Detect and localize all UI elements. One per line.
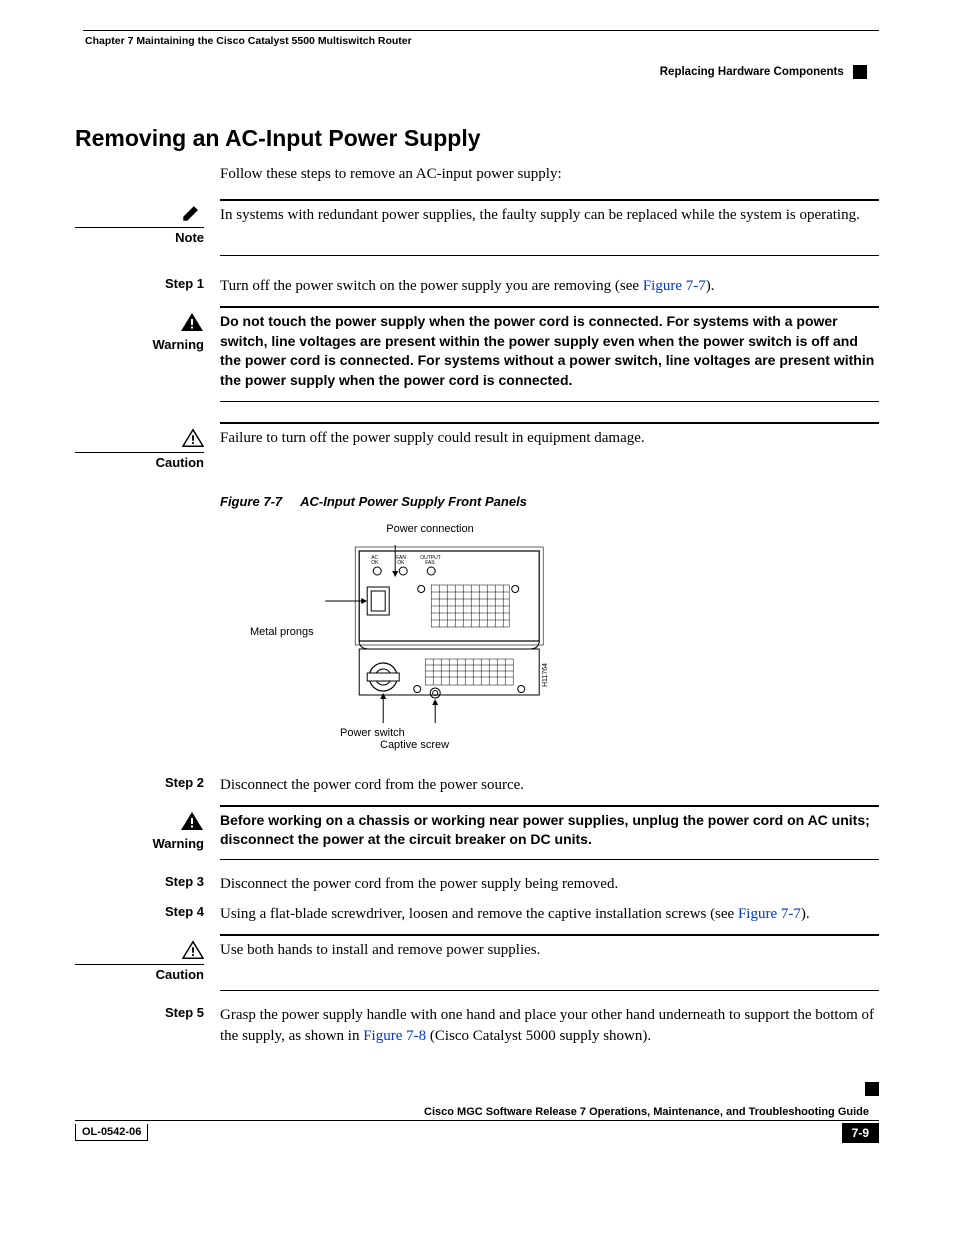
footer-title: Cisco MGC Software Release 7 Operations,… [75, 1106, 879, 1118]
figure-7-8-link[interactable]: Figure 7-8 [363, 1028, 426, 1044]
note-block: Note In systems with redundant power sup… [75, 199, 879, 256]
warning2-rule-bottom [220, 859, 879, 860]
caution1-label: Caution [75, 455, 204, 470]
step-5-text-b: (Cisco Catalyst 5000 supply shown). [426, 1028, 651, 1044]
figure-7-7-link-2[interactable]: Figure 7-7 [738, 906, 801, 922]
figure-title: AC-Input Power Supply Front Panels [300, 494, 527, 509]
step-4-text: Using a flat-blade screwdriver, loosen a… [220, 904, 879, 924]
step-2: Step 2 Disconnect the power cord from th… [75, 775, 879, 795]
note-text: In systems with redundant power supplies… [220, 205, 879, 225]
pencil-icon [75, 205, 204, 228]
caution2-text: Use both hands to install and remove pow… [220, 940, 879, 960]
figure-7-7-link[interactable]: Figure 7-7 [643, 278, 706, 294]
footer-rule [75, 1120, 879, 1121]
callout-power-connection: Power connection [290, 523, 570, 535]
page-container: Chapter 7 Maintaining the Cisco Catalyst… [0, 0, 954, 1173]
intro-text: Follow these steps to remove an AC-input… [220, 166, 879, 183]
caution1-text: Failure to turn off the power supply cou… [220, 428, 879, 448]
step-4-text-b: ). [801, 906, 810, 922]
step-3: Step 3 Disconnect the power cord from th… [75, 874, 879, 894]
callout-power-switch: Power switch [340, 727, 570, 739]
warning-1-block: Warning Do not touch the power supply wh… [75, 306, 879, 401]
step-1-text: Turn off the power switch on the power s… [220, 276, 879, 296]
warning-icon [75, 811, 204, 834]
warning2-rule-top [220, 805, 879, 807]
caution-1-block: Caution Failure to turn off the power su… [75, 422, 879, 470]
step-5-text: Grasp the power supply handle with one h… [220, 1005, 879, 1046]
step-1-text-a: Turn off the power switch on the power s… [220, 278, 643, 294]
caution-icon [75, 428, 204, 453]
warning-2-block: Warning Before working on a chassis or w… [75, 805, 879, 860]
caution2-rule-top [220, 934, 879, 936]
section-header: Replacing Hardware Components [75, 65, 879, 79]
step-1-text-b: ). [706, 278, 715, 294]
note-rule-top [220, 199, 879, 201]
warning1-label: Warning [75, 337, 204, 352]
step-4-label: Step 4 [165, 904, 204, 919]
step-2-label: Step 2 [165, 775, 204, 790]
svg-text:OK: OK [397, 560, 405, 566]
section-header-text: Replacing Hardware Components [660, 66, 844, 78]
warning-icon [75, 312, 204, 335]
step-4-text-a: Using a flat-blade screwdriver, loosen a… [220, 906, 738, 922]
section-marker-icon [853, 65, 867, 79]
step-1: Step 1 Turn off the power switch on the … [75, 276, 879, 296]
header-rule [83, 30, 879, 31]
step-3-text: Disconnect the power cord from the power… [220, 874, 879, 894]
callout-captive-screw: Captive screw [380, 739, 570, 751]
figure-caption: Figure 7-7 AC-Input Power Supply Front Pa… [220, 494, 879, 509]
figure-7-7: Power connection Metal prongs AC OK FAN … [250, 523, 570, 751]
caution1-rule-top [220, 422, 879, 424]
step-3-label: Step 3 [165, 874, 204, 889]
caution2-rule-bottom [220, 990, 879, 991]
caution2-label: Caution [75, 967, 204, 982]
step-1-label: Step 1 [165, 276, 204, 291]
note-rule-bottom [220, 255, 879, 256]
figure-number: Figure 7-7 [220, 494, 282, 509]
chapter-header: Chapter 7 Maintaining the Cisco Catalyst… [75, 31, 879, 47]
step-5-label: Step 5 [165, 1005, 204, 1020]
power-supply-diagram: AC OK FAN OK OUTPUT FAIL [320, 537, 570, 727]
caution-icon [75, 940, 204, 965]
warning2-label: Warning [75, 836, 204, 851]
step-5: Step 5 Grasp the power supply handle wit… [75, 1005, 879, 1046]
svg-text:H11764: H11764 [542, 663, 549, 687]
svg-text:OK: OK [371, 560, 379, 566]
warning2-text: Before working on a chassis or working n… [220, 811, 879, 850]
page-number: 7-9 [842, 1123, 879, 1143]
page-footer: Cisco MGC Software Release 7 Operations,… [75, 1106, 879, 1143]
callout-metal-prongs: Metal prongs [250, 626, 314, 638]
caution-2-block: Caution Use both hands to install and re… [75, 934, 879, 991]
warning1-rule-top [220, 306, 879, 308]
note-label: Note [75, 230, 204, 245]
page-title: Removing an AC-Input Power Supply [75, 125, 879, 152]
step-4: Step 4 Using a flat-blade screwdriver, l… [75, 904, 879, 924]
doc-number: OL-0542-06 [75, 1124, 148, 1141]
warning1-text: Do not touch the power supply when the p… [220, 312, 879, 390]
step-2-text: Disconnect the power cord from the power… [220, 775, 879, 795]
footer-marker-icon [865, 1082, 879, 1096]
warning1-rule-bottom [220, 401, 879, 402]
svg-text:FAIL: FAIL [425, 560, 436, 566]
